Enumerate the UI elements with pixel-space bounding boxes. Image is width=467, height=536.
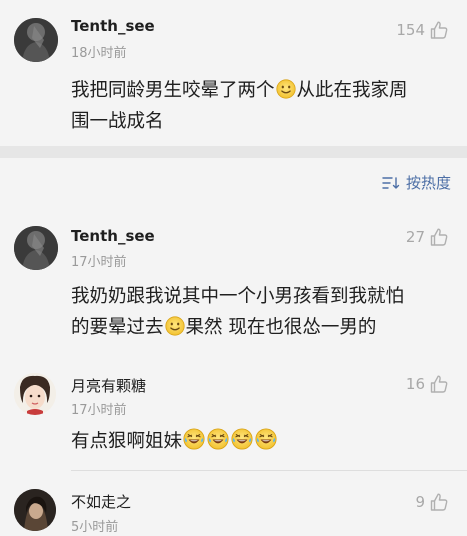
comment-card-1: Tenth_see 18小时前 154 我把同龄男生咬晕了两个 从此在我家周 围一… [0,0,467,148]
like-button[interactable]: 16 [406,373,449,395]
timestamp: 5小时前 [71,520,119,535]
like-button[interactable]: 154 [396,19,449,41]
comment-text: 我把同龄男生咬晕了两个 从此在我家周 围一战成名 [71,79,408,132]
sort-icon [382,176,400,189]
timestamp: 18小时前 [71,46,127,61]
username[interactable]: 不如走之 [71,491,131,512]
comment-text: 有点狠啊姐妹 [71,426,456,457]
like-count: 9 [415,493,425,511]
sort-label: 按热度 [405,174,451,192]
sort-bar: 按热度 [0,158,467,208]
like-count: 16 [405,375,425,393]
like-count: 27 [405,228,425,246]
section-divider [0,146,467,158]
avatar[interactable] [14,373,56,415]
username[interactable]: Tenth_see [71,227,155,245]
avatar[interactable] [14,18,58,62]
timestamp: 17小时前 [71,255,127,270]
username[interactable]: 月亮有颗糖 [71,375,146,396]
smile-emoji-icon [276,79,296,99]
avatar[interactable] [14,489,56,531]
thumbs-up-icon [429,227,449,247]
laugh-cry-emoji-icon [255,428,277,450]
comment-text: 我奶奶跟我说其中一个小男孩看到我就怕 的要晕过去 果然 现在也很怂一男的 [71,286,405,338]
thumbs-up-icon [429,20,449,40]
comment-card-3: 月亮有颗糖 17小时前 16 有点狠啊姐妹 [0,358,467,470]
timestamp: 17小时前 [71,403,127,418]
comment-card-4: 不如走之 5小时前 9 [0,471,467,536]
laugh-cry-emoji-icon [231,428,253,450]
sort-button[interactable]: 按热度 [382,172,451,193]
laugh-cry-emoji-icon [183,428,205,450]
avatar[interactable] [14,226,58,270]
like-count: 154 [396,21,425,39]
comment-card-2: Tenth_see 17小时前 27 我奶奶跟我说其中一个小男孩看到我就怕 的要… [0,208,467,358]
smile-emoji-icon [165,316,185,336]
username[interactable]: Tenth_see [71,17,155,35]
thumbs-up-icon [429,374,449,394]
like-button[interactable]: 9 [415,491,449,513]
thumbs-up-icon [429,492,449,512]
like-button[interactable]: 27 [406,226,449,248]
laugh-cry-emoji-icon [207,428,229,450]
